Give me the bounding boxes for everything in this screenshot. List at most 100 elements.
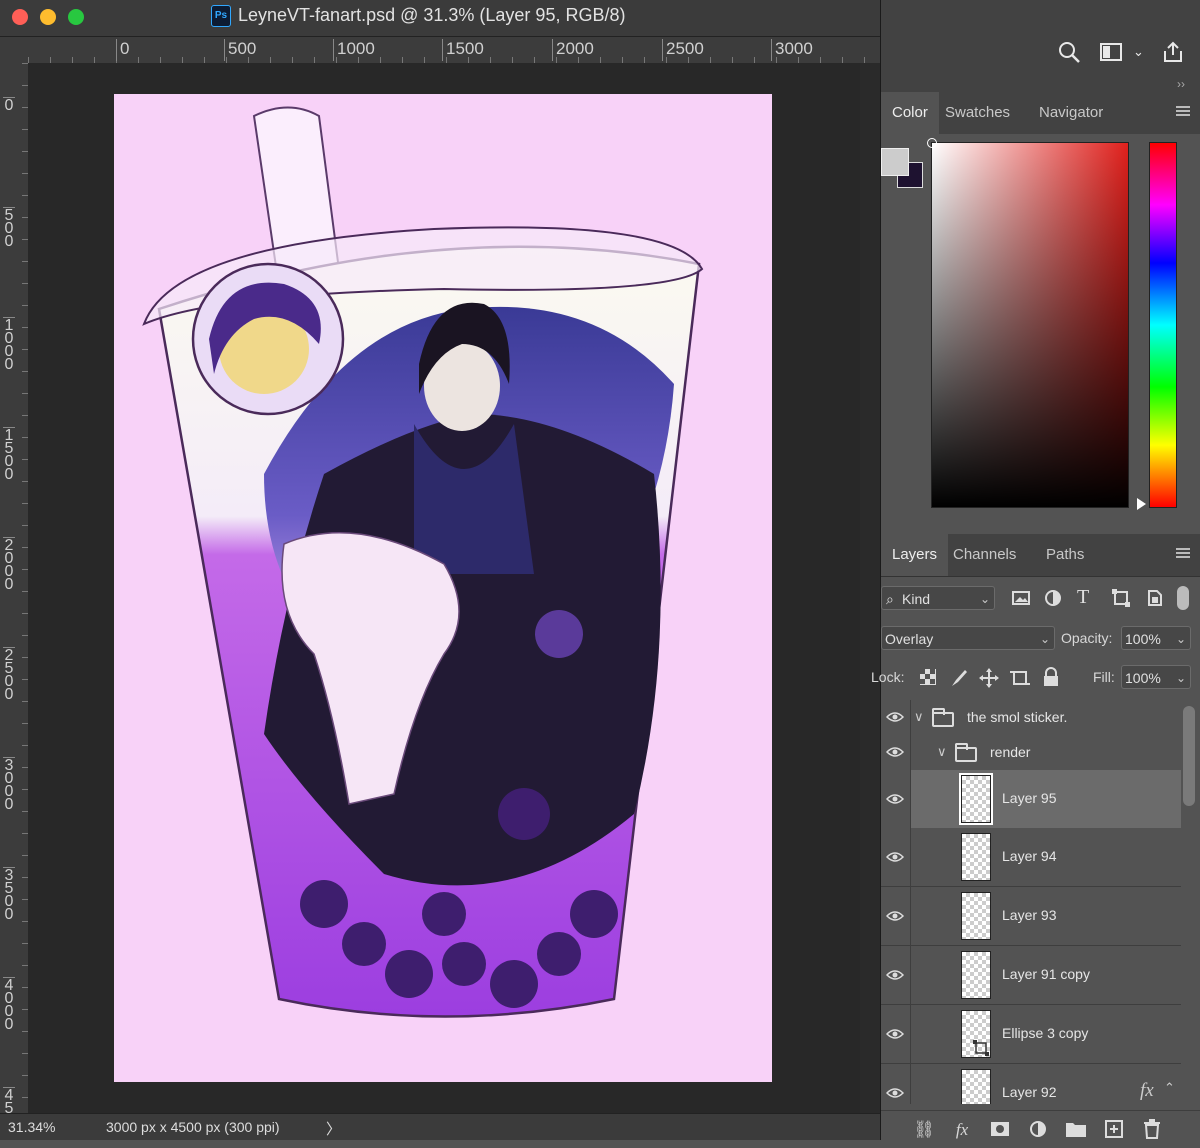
blend-mode-dropdown[interactable]: Overlay ⌄ <box>881 626 1055 650</box>
expand-effects-icon[interactable]: ⌃ <box>1164 1080 1175 1096</box>
chevron-down-icon[interactable]: ⌄ <box>1133 44 1161 70</box>
filter-kind-label: Kind <box>902 591 931 607</box>
fill-label: Fill: <box>1093 669 1115 685</box>
artwork-canvas[interactable] <box>114 94 772 1082</box>
shape-layer-icon <box>973 1040 989 1056</box>
lock-artboard-icon[interactable] <box>1010 668 1030 688</box>
layer-name: the smol sticker. <box>967 709 1068 725</box>
layer-group-row[interactable]: ∨ the smol sticker. <box>881 700 1181 736</box>
status-menu-arrow-icon[interactable]: 〉 <box>326 1118 341 1139</box>
close-window-button[interactable] <box>12 9 28 25</box>
folder-icon <box>955 743 977 762</box>
search-icon[interactable] <box>1057 40 1085 66</box>
layer-list: ∨ the smol sticker. ∨ render Layer 95 La… <box>881 700 1181 1104</box>
layer-row[interactable]: Layer 93 <box>881 887 1181 946</box>
lock-position-icon[interactable] <box>979 668 999 688</box>
tab-paths[interactable]: Paths <box>1035 534 1095 576</box>
shape-layer-filter-icon[interactable] <box>1111 588 1131 608</box>
panels-dock: ⌄ ›› Color Swatches Navigator Layers Cha… <box>871 0 1200 1148</box>
visibility-toggle[interactable] <box>881 887 911 945</box>
status-bar: 31.34% 3000 px x 4500 px (300 ppi) 〉 <box>0 1113 880 1140</box>
hue-slider[interactable] <box>1149 142 1177 508</box>
panel-menu-icon[interactable] <box>1176 548 1190 558</box>
tab-navigator[interactable]: Navigator <box>1028 92 1114 134</box>
ruler-origin[interactable] <box>0 37 28 63</box>
layers-panel-tabs: Layers Channels Paths <box>881 534 1200 577</box>
tab-layers[interactable]: Layers <box>881 534 949 576</box>
color-saturation-field[interactable] <box>931 142 1129 508</box>
visibility-toggle[interactable] <box>881 946 911 1004</box>
layer-thumbnail <box>961 1010 991 1058</box>
chevron-down-icon: ⌄ <box>1175 671 1186 685</box>
chevron-down-icon[interactable]: ∨ <box>914 709 924 725</box>
filter-toggle-switch[interactable] <box>1177 586 1189 610</box>
fill-field[interactable]: 100% ⌄ <box>1121 665 1191 689</box>
ruler-label: 2500 <box>3 647 15 703</box>
add-layer-style-icon[interactable]: fx <box>951 1119 973 1141</box>
layer-row[interactable]: Layer 94 <box>881 828 1181 887</box>
hue-slider-handle[interactable] <box>1137 498 1146 510</box>
vertical-ruler[interactable]: 0 500 1000 1500 2000 2500 3000 3500 4000… <box>0 63 29 1140</box>
layer-thumbnail <box>961 892 991 940</box>
visibility-toggle[interactable] <box>881 735 911 770</box>
chevron-down-icon[interactable]: ∨ <box>937 744 947 760</box>
ruler-label: 500 <box>3 207 15 250</box>
ruler-label: 2500 <box>662 39 704 61</box>
opacity-label: Opacity: <box>1061 630 1113 646</box>
opacity-field[interactable]: 100% ⌄ <box>1121 626 1191 650</box>
pixel-layer-filter-icon[interactable] <box>1011 588 1031 608</box>
filter-kind-dropdown[interactable]: ⌕ Kind ⌄ <box>881 586 995 610</box>
lock-all-icon[interactable] <box>1042 667 1062 687</box>
adjustment-layer-filter-icon[interactable] <box>1043 588 1063 608</box>
document-info: 3000 px x 4500 px (300 ppi) <box>106 1119 280 1135</box>
visibility-toggle[interactable] <box>881 770 911 828</box>
visibility-toggle[interactable] <box>881 828 911 886</box>
horizontal-ruler[interactable]: 0 500 1000 1500 2000 2500 3000 <box>28 37 880 64</box>
blend-opacity-row: Overlay ⌄ Opacity: 100% ⌄ <box>881 626 1200 654</box>
panel-menu-icon[interactable] <box>1176 106 1190 116</box>
type-layer-filter-icon[interactable]: T <box>1077 586 1097 608</box>
lock-fill-row: Lock: Fill: 100% ⌄ <box>871 665 1200 693</box>
title-bar[interactable]: Ps LeyneVT-fanart.psd @ 31.3% (Layer 95,… <box>0 0 880 37</box>
fill-value: 100% <box>1125 670 1161 686</box>
layer-row-selected[interactable]: Layer 95 <box>881 770 1181 829</box>
new-layer-icon[interactable] <box>1103 1119 1125 1141</box>
ruler-label: 0 <box>3 97 15 114</box>
tab-swatches[interactable]: Swatches <box>934 92 1021 134</box>
layer-row[interactable]: Layer 91 copy <box>881 946 1181 1005</box>
lock-transparent-pixels-icon[interactable] <box>919 668 939 688</box>
workspace-icon[interactable] <box>1099 40 1127 66</box>
layer-name: render <box>990 744 1031 760</box>
color-picker-marker[interactable] <box>927 138 937 148</box>
layer-group-row[interactable]: ∨ render <box>881 735 1181 771</box>
smart-object-filter-icon[interactable] <box>1145 588 1165 608</box>
visibility-toggle[interactable] <box>881 1064 911 1104</box>
eye-icon <box>886 911 904 921</box>
lock-image-pixels-icon[interactable] <box>949 668 969 688</box>
layer-filter-row: ⌕ Kind ⌄ T <box>881 586 1200 614</box>
minimize-window-button[interactable] <box>40 9 56 25</box>
tab-channels[interactable]: Channels <box>942 534 1027 576</box>
share-icon[interactable] <box>1161 40 1189 66</box>
eye-icon <box>886 1029 904 1039</box>
layer-row[interactable]: Ellipse 3 copy <box>881 1005 1181 1064</box>
foreground-color-swatch[interactable] <box>881 148 909 176</box>
layer-thumbnail <box>961 1069 991 1104</box>
layer-row[interactable]: Layer 92 fx ⌃ <box>881 1064 1181 1104</box>
ruler-label: 1000 <box>333 39 375 61</box>
layer-thumbnail <box>961 833 991 881</box>
new-group-icon[interactable] <box>1065 1119 1087 1141</box>
visibility-toggle[interactable] <box>881 1005 911 1063</box>
zoom-window-button[interactable] <box>68 9 84 25</box>
delete-layer-icon[interactable] <box>1141 1119 1163 1141</box>
vertical-scrollbar[interactable] <box>860 63 880 1113</box>
zoom-level-field[interactable]: 31.34% <box>8 1119 86 1137</box>
add-mask-icon[interactable] <box>989 1119 1011 1141</box>
collapse-panels-icon[interactable]: ›› <box>1177 77 1185 91</box>
link-layers-icon[interactable]: ⛓ <box>913 1119 935 1141</box>
visibility-toggle[interactable] <box>881 700 911 735</box>
tab-color[interactable]: Color <box>881 92 939 134</box>
layer-effects-icon[interactable]: fx <box>1140 1080 1154 1102</box>
layers-scrollbar-thumb[interactable] <box>1183 706 1195 806</box>
new-adjustment-layer-icon[interactable] <box>1027 1119 1049 1141</box>
